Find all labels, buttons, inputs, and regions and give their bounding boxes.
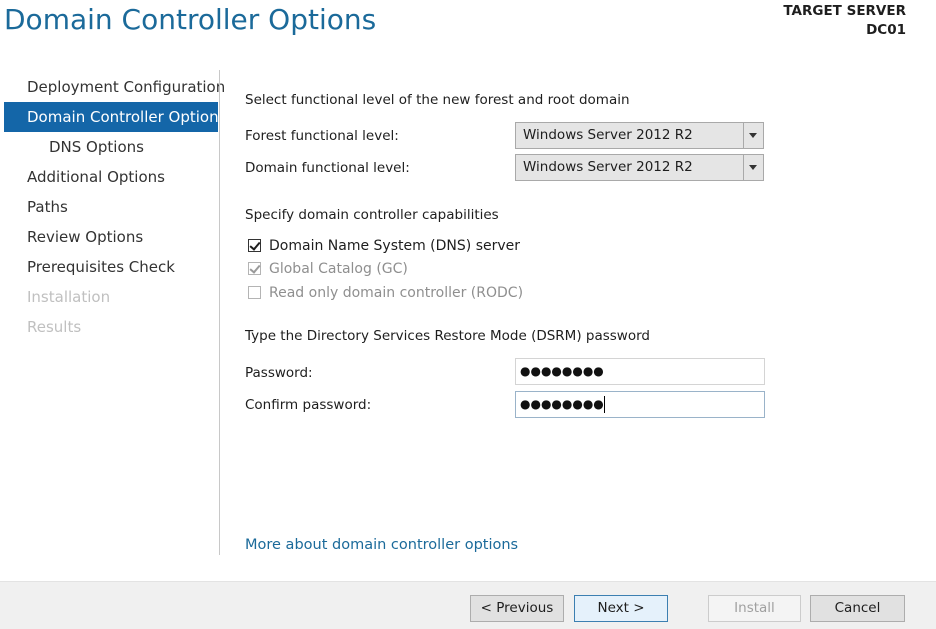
domain-functional-level-select[interactable]: Windows Server 2012 R2	[515, 154, 764, 181]
footer-bar: < Previous Next > Install Cancel	[0, 581, 936, 629]
password-field[interactable]: ●●●●●●●●	[515, 358, 765, 385]
next-button[interactable]: Next >	[574, 595, 668, 622]
page-title: Domain Controller Options	[4, 3, 377, 36]
more-about-dc-options-link[interactable]: More about domain controller options	[245, 537, 518, 553]
forest-functional-level-label: Forest functional level:	[245, 128, 399, 144]
nav-divider	[219, 70, 220, 555]
confirm-password-field[interactable]: ●●●●●●●●	[515, 391, 765, 418]
cancel-button[interactable]: Cancel	[810, 595, 905, 622]
nav-item-paths[interactable]: Paths	[4, 192, 218, 222]
confirm-password-value-wrap: ●●●●●●●●	[520, 392, 605, 417]
target-server-name: DC01	[866, 22, 906, 38]
domain-functional-level-value: Windows Server 2012 R2	[523, 159, 693, 175]
chevron-down-icon[interactable]	[743, 123, 763, 148]
nav-item-domain-controller-options[interactable]: Domain Controller Options	[4, 102, 226, 132]
nav-item-results: Results	[27, 318, 82, 336]
nav-item-prerequisites-check[interactable]: Prerequisites Check	[4, 252, 218, 282]
nav-item-installation: Installation	[27, 288, 111, 306]
checkmark-icon	[249, 239, 261, 251]
nav-item-dns-options[interactable]: DNS Options	[4, 132, 218, 162]
global-catalog-checkbox-label: Global Catalog (GC)	[269, 261, 408, 277]
global-catalog-checkbox	[248, 262, 261, 275]
chevron-down-icon[interactable]	[743, 155, 763, 180]
checkmark-icon	[249, 262, 261, 274]
password-label: Password:	[245, 365, 313, 381]
wizard-nav: Deployment Configuration Domain Controll…	[4, 72, 226, 342]
nav-item-deployment-configuration[interactable]: Deployment Configuration	[4, 72, 225, 102]
dsrm-heading: Type the Directory Services Restore Mode…	[245, 328, 650, 344]
capabilities-heading: Specify domain controller capabilities	[245, 207, 499, 223]
functional-level-heading: Select functional level of the new fores…	[245, 92, 630, 108]
confirm-password-label: Confirm password:	[245, 397, 372, 413]
target-server-label: TARGET SERVER	[783, 3, 906, 19]
target-server: TARGET SERVER DC01	[783, 2, 906, 40]
rodc-checkbox-label: Read only domain controller (RODC)	[269, 285, 524, 301]
text-caret	[603, 396, 605, 413]
nav-item-additional-options[interactable]: Additional Options	[4, 162, 218, 192]
forest-functional-level-value: Windows Server 2012 R2	[523, 127, 693, 143]
nav-item-review-options[interactable]: Review Options	[4, 222, 218, 252]
install-button: Install	[708, 595, 801, 622]
forest-functional-level-select[interactable]: Windows Server 2012 R2	[515, 122, 764, 149]
dns-server-checkbox[interactable]	[248, 239, 261, 252]
previous-button[interactable]: < Previous	[470, 595, 564, 622]
domain-functional-level-label: Domain functional level:	[245, 160, 410, 176]
confirm-password-value: ●●●●●●●●	[520, 397, 604, 411]
password-value: ●●●●●●●●	[520, 364, 604, 378]
rodc-checkbox	[248, 286, 261, 299]
dns-server-checkbox-label: Domain Name System (DNS) server	[269, 238, 521, 254]
